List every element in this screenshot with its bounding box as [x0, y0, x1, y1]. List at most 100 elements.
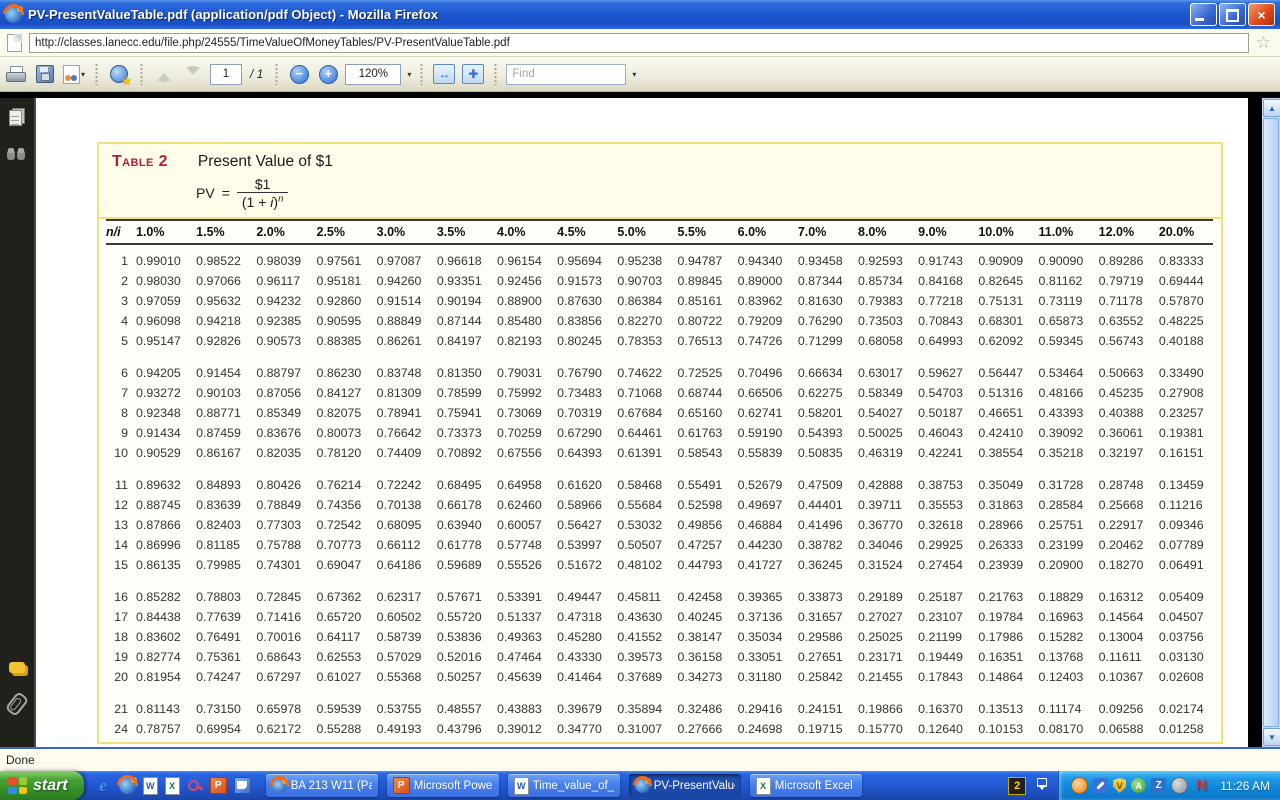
value-cell: 0.66506 [732, 386, 792, 400]
save-button[interactable] [33, 61, 57, 87]
page-number-input[interactable] [210, 64, 242, 85]
powerpoint-icon[interactable] [210, 777, 227, 794]
value-cell: 0.95694 [551, 254, 611, 268]
value-cell: 0.18829 [1033, 590, 1093, 604]
zoom-in-button[interactable]: + [316, 61, 340, 87]
journal-icon[interactable] [234, 777, 251, 794]
key-icon[interactable] [187, 778, 203, 794]
next-page-button[interactable] [181, 61, 205, 87]
find-dropdown-caret-icon[interactable]: ▾ [632, 70, 636, 79]
value-cell: 0.89000 [732, 274, 792, 288]
taskbar-button[interactable]: BA 213 W11 (Pasc... [266, 774, 378, 797]
close-button[interactable]: × [1248, 3, 1275, 26]
letter-z-icon[interactable] [1151, 778, 1166, 793]
value-cell: 0.13004 [1093, 630, 1153, 644]
word-icon[interactable] [143, 777, 158, 795]
value-cell: 0.79383 [852, 294, 912, 308]
value-cell: 0.38147 [672, 630, 732, 644]
taskbar-button[interactable]: Microsoft PowerPo... [387, 774, 499, 797]
bookmark-star-icon[interactable]: ☆ [1256, 34, 1273, 51]
value-cell: 0.26333 [972, 538, 1032, 552]
shield-icon[interactable] [1113, 778, 1126, 793]
value-cell: 0.86261 [371, 334, 431, 348]
value-cell: 0.40245 [672, 610, 732, 624]
pages-icon[interactable] [9, 108, 25, 126]
value-cell: 0.33490 [1153, 366, 1213, 380]
value-cell: 0.94260 [371, 274, 431, 288]
search-web-button[interactable] [107, 61, 131, 87]
value-cell: 0.36245 [792, 558, 852, 572]
page-edge-strip [1248, 98, 1262, 747]
notification-badge[interactable]: 2 [1008, 777, 1026, 795]
pdf-toolbar: ▾ / 1 − + 120% ▾ ↔ ✚ ▾ [0, 57, 1280, 92]
value-cell: 0.92593 [852, 254, 912, 268]
value-cell: 0.42888 [852, 478, 912, 492]
value-cell: 0.84197 [431, 334, 491, 348]
letter-n-icon[interactable] [1193, 777, 1210, 794]
green-a-icon[interactable] [1131, 778, 1146, 793]
previous-page-button[interactable] [152, 61, 176, 87]
value-cell: 0.74247 [190, 670, 250, 684]
zoom-out-button[interactable]: − [287, 61, 311, 87]
value-cell: 0.78941 [371, 406, 431, 420]
value-cell: 0.80426 [250, 478, 310, 492]
binoculars-icon[interactable] [7, 148, 27, 160]
value-cell: 0.59345 [1033, 334, 1093, 348]
firefox-icon[interactable] [119, 777, 136, 794]
url-input[interactable] [29, 33, 1249, 53]
start-button[interactable]: start [0, 771, 84, 800]
rate-header: 7.0% [792, 225, 852, 239]
value-cell: 0.49193 [371, 722, 431, 736]
ie-icon[interactable] [95, 777, 112, 794]
find-input[interactable] [506, 64, 626, 85]
scroll-up-button[interactable]: ▲ [1263, 99, 1280, 117]
scroll-down-button[interactable]: ▼ [1263, 728, 1280, 746]
fit-page-button[interactable]: ✚ [461, 61, 485, 87]
rate-header: 20.0% [1153, 225, 1213, 239]
value-cell: 0.70138 [371, 498, 431, 512]
orange-ball-icon[interactable] [1071, 777, 1088, 794]
value-cell: 0.50187 [912, 406, 972, 420]
value-cell: 0.21199 [912, 630, 972, 644]
value-cell: 0.61620 [551, 478, 611, 492]
period-cell: 14 [106, 538, 130, 552]
wrench-icon[interactable] [1093, 778, 1108, 793]
hidden-icons-button[interactable] [1035, 777, 1049, 795]
value-cell: 0.71299 [792, 334, 852, 348]
rate-header: 1.5% [190, 225, 250, 239]
value-cell: 0.39573 [611, 650, 671, 664]
value-cell: 0.12640 [912, 722, 972, 736]
excel-icon[interactable] [165, 777, 180, 795]
restore-button[interactable] [1219, 3, 1246, 26]
value-cell: 0.74301 [250, 558, 310, 572]
print-button[interactable] [4, 61, 28, 87]
taskbar-button[interactable]: PV-PresentValueT... [629, 774, 741, 797]
pv-table: Table 2 Present Value of $1 PV = $1 (1 +… [97, 142, 1223, 744]
scrollbar-thumb[interactable] [1263, 118, 1279, 727]
rate-header: 9.0% [912, 225, 972, 239]
value-cell: 0.23199 [1033, 538, 1093, 552]
value-cell: 0.85349 [250, 406, 310, 420]
value-cell: 0.78353 [611, 334, 671, 348]
fit-width-button[interactable]: ↔ [432, 61, 456, 87]
value-cell: 0.23171 [852, 650, 912, 664]
value-cell: 0.28584 [1033, 498, 1093, 512]
value-cell: 0.63552 [1093, 314, 1153, 328]
taskbar-button[interactable]: Microsoft Excel - r... [750, 774, 862, 797]
vertical-scrollbar[interactable]: ▲ ▼ [1262, 98, 1280, 747]
value-cell: 0.46884 [732, 518, 792, 532]
attachments-icon[interactable] [5, 691, 30, 717]
comments-icon[interactable] [9, 662, 25, 673]
value-cell: 0.10153 [972, 722, 1032, 736]
value-cell: 0.67297 [250, 670, 310, 684]
collaborate-button[interactable]: ▾ [62, 61, 86, 87]
minimize-button[interactable] [1190, 3, 1217, 26]
corner-header: n/i [106, 225, 130, 239]
zoom-dropdown-caret-icon[interactable]: ▾ [407, 70, 411, 79]
value-cell: 0.68301 [972, 314, 1032, 328]
gray-ball-icon[interactable] [1171, 777, 1188, 794]
zoom-level-select[interactable]: 120% [345, 64, 401, 85]
taskbar-button[interactable]: Time_value_of_mo... [508, 774, 620, 797]
value-cell: 0.41464 [551, 670, 611, 684]
zoom-out-icon: − [290, 65, 309, 84]
